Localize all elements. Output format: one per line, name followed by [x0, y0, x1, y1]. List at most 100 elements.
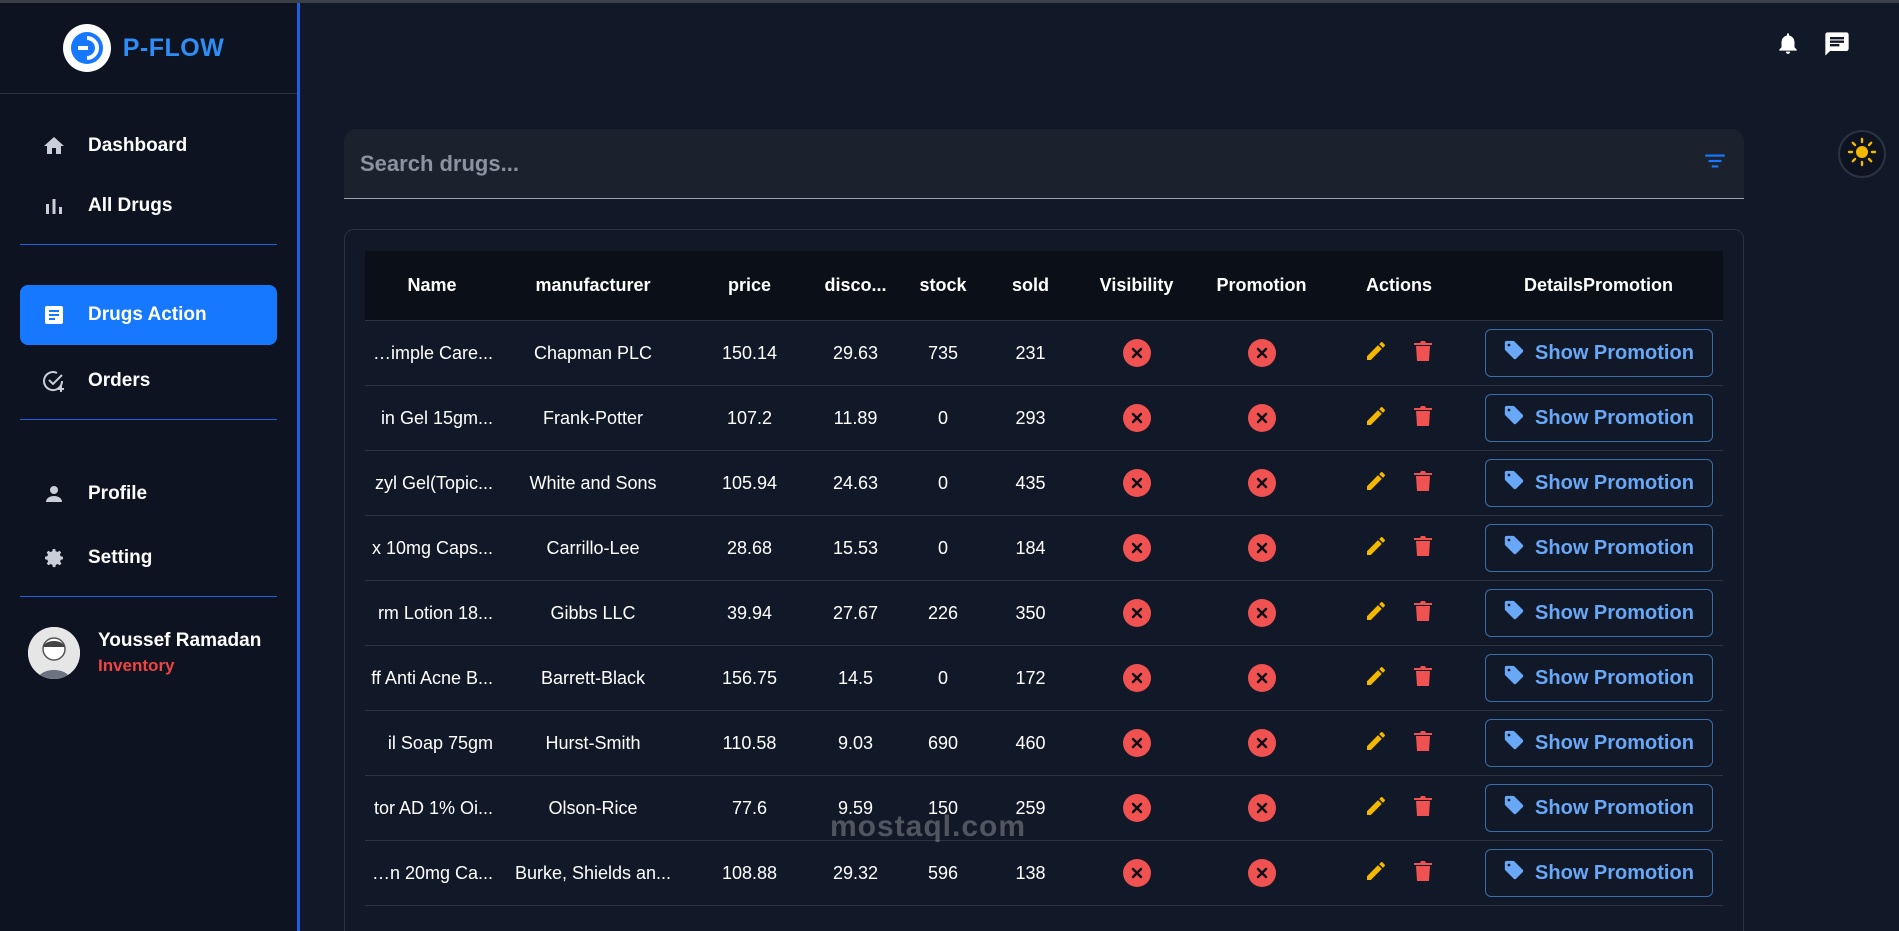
- filter-icon[interactable]: [1702, 148, 1728, 179]
- show-promotion-button[interactable]: Show Promotion: [1484, 394, 1713, 442]
- cell-price: 110.58: [722, 732, 777, 753]
- visibility-off-icon[interactable]: [1122, 339, 1151, 367]
- show-promotion-button[interactable]: Show Promotion: [1484, 784, 1713, 832]
- cell-name: ff Anti Acne B...: [371, 667, 493, 688]
- bell-icon[interactable]: [1775, 30, 1801, 63]
- visibility-off-icon[interactable]: [1122, 599, 1151, 627]
- col-header-promotion[interactable]: Promotion: [1199, 275, 1324, 296]
- cell-details-promotion: Show Promotion: [1474, 784, 1723, 832]
- table-row: x 10mg Caps... Carrillo-Lee 28.68 15.53 …: [365, 516, 1723, 581]
- sidebar-item-label: Dashboard: [88, 135, 188, 156]
- cell-price: 108.88: [721, 862, 778, 883]
- delete-icon[interactable]: [1412, 794, 1434, 823]
- promotion-off-icon[interactable]: [1247, 664, 1276, 692]
- promotion-off-icon[interactable]: [1247, 469, 1276, 497]
- cell-actions: [1324, 859, 1474, 888]
- edit-icon[interactable]: [1364, 794, 1388, 823]
- cell-details-promotion: Show Promotion: [1474, 719, 1723, 767]
- col-header-stock[interactable]: stock: [899, 275, 987, 296]
- visibility-off-icon[interactable]: [1122, 859, 1151, 887]
- delete-icon[interactable]: [1412, 339, 1434, 368]
- sidebar-item-label: Profile: [88, 483, 148, 504]
- promotion-off-icon[interactable]: [1247, 794, 1276, 822]
- show-promotion-button[interactable]: Show Promotion: [1484, 329, 1713, 377]
- cell-promotion: [1199, 794, 1324, 822]
- cell-actions: [1324, 599, 1474, 628]
- visibility-off-icon[interactable]: [1122, 469, 1151, 497]
- tag-icon: [1503, 599, 1525, 627]
- show-promotion-label: Show Promotion: [1535, 731, 1694, 754]
- brand[interactable]: P-FLOW: [0, 3, 297, 94]
- edit-icon[interactable]: [1364, 729, 1388, 758]
- delete-icon[interactable]: [1412, 859, 1434, 888]
- chat-icon[interactable]: [1823, 30, 1851, 63]
- edit-icon[interactable]: [1364, 534, 1388, 563]
- cell-manufacturer: Burke, Shields an...: [514, 862, 672, 883]
- show-promotion-button[interactable]: Show Promotion: [1484, 719, 1713, 767]
- edit-icon[interactable]: [1364, 404, 1388, 433]
- cell-sold: 172: [1015, 667, 1046, 688]
- show-promotion-label: Show Promotion: [1535, 601, 1694, 624]
- col-header-actions[interactable]: Actions: [1324, 275, 1474, 296]
- edit-icon[interactable]: [1364, 469, 1388, 498]
- theme-toggle[interactable]: [1838, 130, 1886, 178]
- nav-group-main: Dashboard All Drugs: [0, 116, 297, 236]
- col-header-discount[interactable]: disco...: [812, 275, 899, 296]
- show-promotion-button[interactable]: Show Promotion: [1484, 849, 1713, 897]
- show-promotion-label: Show Promotion: [1535, 341, 1694, 364]
- promotion-off-icon[interactable]: [1247, 729, 1276, 757]
- promotion-off-icon[interactable]: [1247, 339, 1276, 367]
- col-header-manufacturer[interactable]: manufacturer: [499, 275, 687, 296]
- cell-manufacturer: Hurst-Smith: [545, 732, 641, 753]
- show-promotion-button[interactable]: Show Promotion: [1484, 459, 1713, 507]
- show-promotion-button[interactable]: Show Promotion: [1484, 524, 1713, 572]
- promotion-off-icon[interactable]: [1247, 599, 1276, 627]
- promotion-off-icon[interactable]: [1247, 404, 1276, 432]
- sidebar-item-drugs-action[interactable]: Drugs Action: [20, 285, 277, 345]
- col-header-price[interactable]: price: [687, 275, 812, 296]
- col-header-sold[interactable]: sold: [987, 275, 1074, 296]
- visibility-off-icon[interactable]: [1122, 794, 1151, 822]
- sidebar-item-setting[interactable]: Setting: [20, 528, 277, 588]
- edit-icon[interactable]: [1364, 664, 1388, 693]
- cell-stock: 596: [927, 862, 959, 883]
- visibility-off-icon[interactable]: [1122, 664, 1151, 692]
- cell-price: 107.2: [726, 407, 773, 428]
- sidebar-item-dashboard[interactable]: Dashboard: [20, 116, 277, 176]
- show-promotion-button[interactable]: Show Promotion: [1484, 589, 1713, 637]
- edit-icon[interactable]: [1364, 599, 1388, 628]
- sidebar-item-all-drugs[interactable]: All Drugs: [20, 176, 277, 236]
- sidebar-item-profile[interactable]: Profile: [20, 464, 277, 524]
- cell-name: n Pimple Care...: [365, 342, 493, 363]
- delete-icon[interactable]: [1412, 664, 1434, 693]
- cell-manufacturer: Chapman PLC: [533, 342, 653, 363]
- delete-icon[interactable]: [1412, 404, 1434, 433]
- document-icon: [40, 301, 68, 329]
- col-header-details-promotion[interactable]: DetailsPromotion: [1474, 275, 1723, 296]
- bar-chart-icon: [40, 192, 68, 220]
- delete-icon[interactable]: [1412, 469, 1434, 498]
- user-card[interactable]: Youssef Ramadan Inventory: [0, 597, 297, 679]
- promotion-off-icon[interactable]: [1247, 859, 1276, 887]
- cell-details-promotion: Show Promotion: [1474, 589, 1723, 637]
- cell-promotion: [1199, 469, 1324, 497]
- col-header-name[interactable]: Name: [365, 275, 499, 296]
- delete-icon[interactable]: [1412, 599, 1434, 628]
- col-header-visibility[interactable]: Visibility: [1074, 275, 1199, 296]
- search-input[interactable]: [360, 150, 1702, 177]
- promotion-off-icon[interactable]: [1247, 534, 1276, 562]
- visibility-off-icon[interactable]: [1122, 534, 1151, 562]
- delete-icon[interactable]: [1412, 729, 1434, 758]
- table-row: rm Lotion 18... Gibbs LLC 39.94 27.67 22…: [365, 581, 1723, 646]
- delete-icon[interactable]: [1412, 534, 1434, 563]
- edit-icon[interactable]: [1364, 339, 1388, 368]
- show-promotion-button[interactable]: Show Promotion: [1484, 654, 1713, 702]
- drugs-table: Name manufacturer price disco... stock s…: [365, 251, 1723, 906]
- cell-name: toin 20mg Ca...: [370, 862, 493, 883]
- cell-sold: 435: [1015, 472, 1046, 493]
- sidebar-item-orders[interactable]: Orders: [20, 351, 277, 411]
- visibility-off-icon[interactable]: [1122, 404, 1151, 432]
- edit-icon[interactable]: [1364, 859, 1388, 888]
- visibility-off-icon[interactable]: [1122, 729, 1151, 757]
- tag-icon: [1503, 339, 1525, 367]
